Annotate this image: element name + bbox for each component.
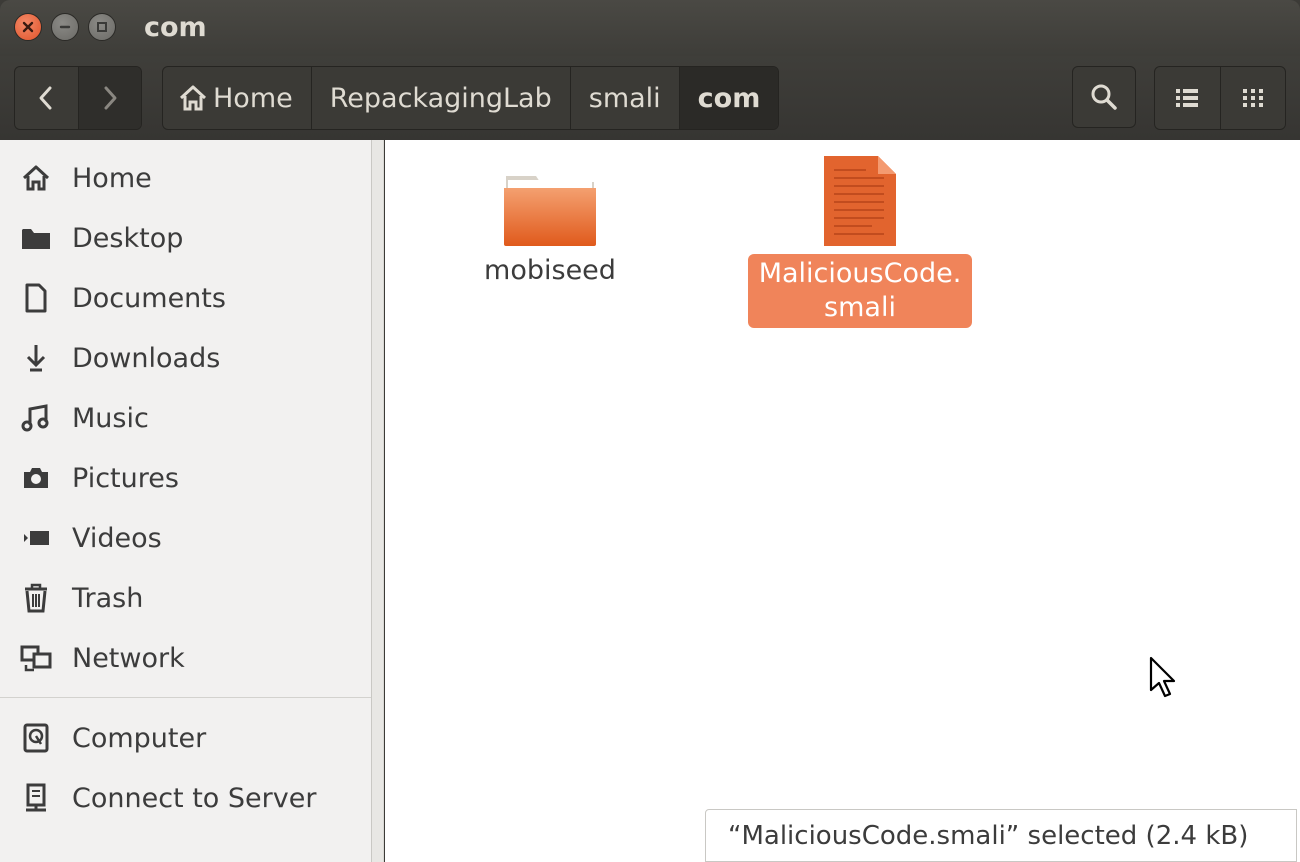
- file-name-line-1: MaliciousCode.: [758, 258, 962, 289]
- network-icon: [20, 642, 52, 674]
- sidebar-item-label: Connect to Server: [72, 782, 317, 814]
- minimize-window-button[interactable]: [51, 13, 79, 41]
- sidebar-item-label: Pictures: [72, 462, 179, 494]
- sidebar-item-label: Desktop: [72, 222, 184, 254]
- computer-icon: [20, 722, 52, 754]
- sidebar: Home Desktop Documents Downloads Music P…: [0, 140, 372, 862]
- file-item-folder[interactable]: mobiseed: [470, 168, 630, 288]
- mouse-cursor-icon: [1149, 656, 1176, 698]
- breadcrumb-home[interactable]: Home: [163, 67, 312, 129]
- folder-icon: [20, 222, 52, 254]
- text-file-icon: [824, 156, 896, 246]
- video-icon: [20, 522, 52, 554]
- file-view[interactable]: mobiseed MaliciousCode. smali: [385, 140, 1300, 862]
- document-icon: [20, 282, 52, 314]
- chevron-right-icon: [104, 86, 117, 110]
- minimize-icon: [59, 25, 71, 29]
- list-view-icon: [1176, 89, 1199, 107]
- toolbar: Home RepackagingLab smali com: [0, 56, 1300, 140]
- navigation-buttons: [14, 66, 142, 130]
- sidebar-item-trash[interactable]: Trash: [0, 568, 372, 628]
- search-icon: [1091, 84, 1117, 110]
- sidebar-item-home[interactable]: Home: [0, 148, 372, 208]
- sidebar-item-label: Music: [72, 402, 149, 434]
- close-window-button[interactable]: [14, 13, 42, 41]
- sidebar-resize-handle[interactable]: [372, 140, 384, 862]
- chevron-left-icon: [39, 86, 52, 110]
- sidebar-item-label: Network: [72, 642, 185, 674]
- file-name: mobiseed: [484, 255, 616, 286]
- sidebar-item-computer[interactable]: Computer: [0, 708, 372, 768]
- grid-view-icon: [1242, 89, 1263, 107]
- folder-icon: [504, 176, 596, 246]
- close-icon: [22, 21, 34, 33]
- download-icon: [20, 342, 52, 374]
- home-icon: [177, 83, 209, 113]
- title-bar: com: [0, 0, 1300, 56]
- maximize-window-button[interactable]: [88, 13, 116, 41]
- sidebar-item-downloads[interactable]: Downloads: [0, 328, 372, 388]
- sidebar-item-videos[interactable]: Videos: [0, 508, 372, 568]
- file-item-selected[interactable]: MaliciousCode. smali: [747, 154, 973, 328]
- sidebar-item-label: Home: [72, 162, 152, 194]
- breadcrumb: Home RepackagingLab smali com: [162, 66, 780, 130]
- sidebar-item-label: Videos: [72, 522, 162, 554]
- selected-file-name-label: MaliciousCode. smali: [748, 254, 972, 328]
- window-title: com: [144, 12, 207, 43]
- sidebar-item-desktop[interactable]: Desktop: [0, 208, 372, 268]
- search-button[interactable]: [1072, 66, 1136, 128]
- sidebar-item-label: Downloads: [72, 342, 221, 374]
- breadcrumb-com[interactable]: com: [679, 67, 779, 129]
- breadcrumb-smali[interactable]: smali: [571, 67, 680, 129]
- view-mode-buttons: [1154, 66, 1286, 130]
- sidebar-item-label: Trash: [72, 582, 144, 614]
- sidebar-divider: [0, 697, 371, 698]
- grid-view-button[interactable]: [1219, 67, 1286, 129]
- forward-button[interactable]: [77, 67, 141, 129]
- sidebar-item-label: Computer: [72, 722, 207, 754]
- trash-icon: [20, 582, 52, 614]
- file-name-line-2: smali: [824, 292, 896, 323]
- sidebar-item-label: Documents: [72, 282, 226, 314]
- sidebar-item-network[interactable]: Network: [0, 628, 372, 688]
- back-button[interactable]: [15, 67, 78, 129]
- sidebar-item-pictures[interactable]: Pictures: [0, 448, 372, 508]
- list-view-button[interactable]: [1155, 67, 1220, 129]
- sidebar-item-connect-to-server[interactable]: Connect to Server: [0, 768, 372, 828]
- status-bar: “MaliciousCode.smali” selected (2.4 kB): [705, 809, 1297, 862]
- sidebar-item-music[interactable]: Music: [0, 388, 372, 448]
- breadcrumb-repackaginglab[interactable]: RepackagingLab: [312, 67, 571, 129]
- home-icon: [20, 162, 52, 194]
- maximize-icon: [97, 22, 107, 32]
- breadcrumb-home-label: Home: [213, 82, 293, 114]
- sidebar-item-documents[interactable]: Documents: [0, 268, 372, 328]
- camera-icon: [20, 462, 52, 494]
- music-icon: [20, 402, 52, 434]
- server-icon: [20, 782, 52, 814]
